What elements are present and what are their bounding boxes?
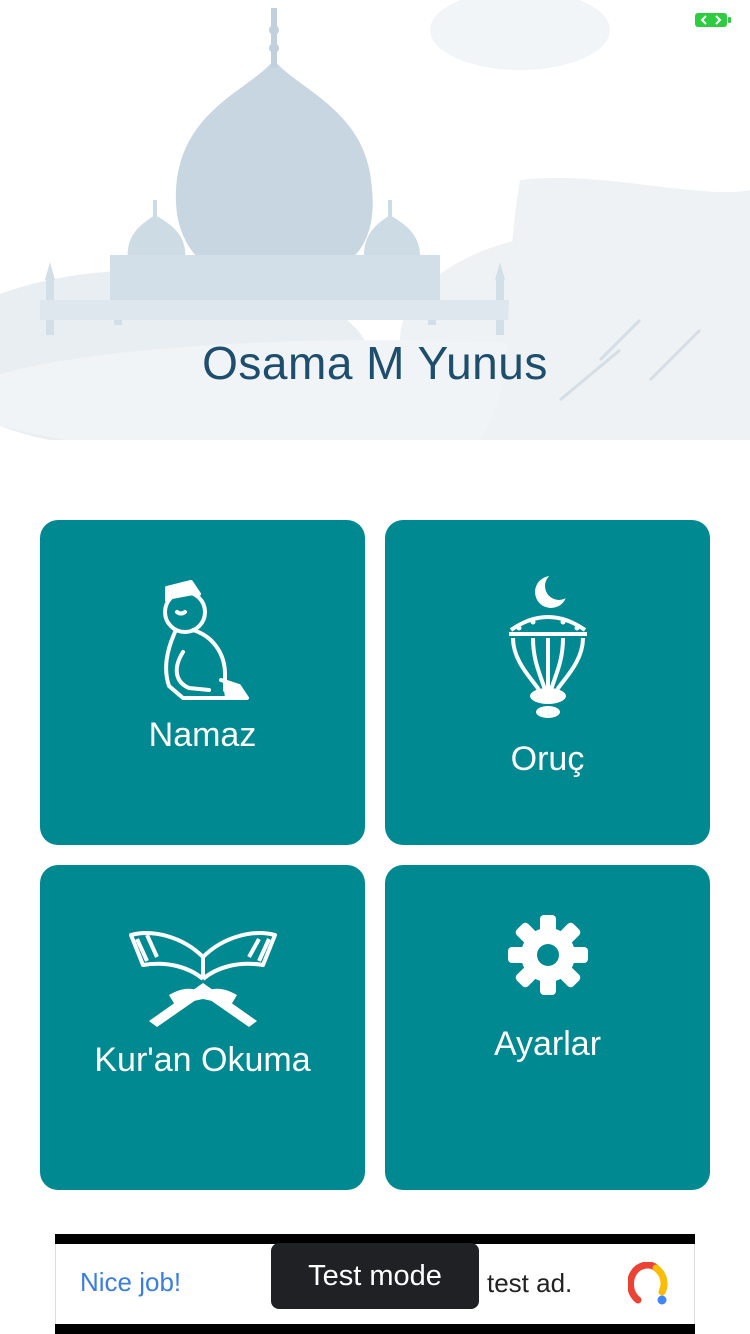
status-bar: 21:39: [0, 0, 750, 40]
tile-label-ayarlar: Ayarlar: [493, 1025, 602, 1063]
ad-text: test ad.: [487, 1268, 573, 1298]
tile-ayarlar[interactable]: Ayarlar: [385, 865, 710, 1190]
quran-stand-icon: [128, 931, 277, 1027]
tile-label-namaz: Namaz: [148, 716, 257, 754]
praying-person-icon: [162, 580, 249, 700]
header: Osama M Yunus: [0, 0, 750, 440]
gear-icon: [507, 915, 588, 995]
tile-label-kuran: Kur'an Okuma: [94, 1041, 311, 1079]
battery-icon: [695, 13, 731, 27]
tile-label-oruc: Oruç: [510, 740, 585, 778]
tile-kuran[interactable]: Kur'an Okuma: [40, 865, 365, 1190]
ad-logo-icon: [628, 1262, 668, 1305]
test-mode-toast: Test mode: [271, 1243, 479, 1309]
status-time: 21:39: [339, 6, 411, 36]
user-name: Osama M Yunus: [202, 337, 548, 389]
ramadan-lantern-icon: [508, 572, 587, 718]
ad-headline[interactable]: Nice job!: [80, 1267, 181, 1298]
tile-namaz[interactable]: Namaz: [40, 520, 365, 845]
tile-oruc[interactable]: Oruç: [385, 520, 710, 845]
